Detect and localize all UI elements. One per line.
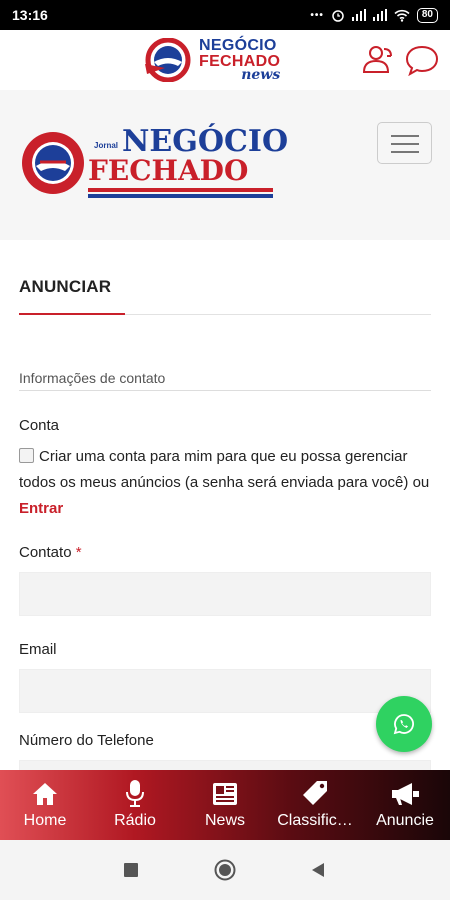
nav-anuncie[interactable]: Anuncie (360, 770, 450, 840)
megaphone-icon (392, 783, 419, 805)
back-triangle-icon[interactable] (311, 862, 325, 878)
nav-classificados-label: Classific… (277, 812, 353, 829)
nav-classificados[interactable]: Classific… (270, 770, 360, 840)
main-content: ANUNCIAR Informações de contato Conta Cr… (0, 240, 450, 770)
site-logo[interactable]: Jornal NEGÓCIO FECHADO (20, 127, 288, 198)
site-title-small: Jornal (94, 141, 119, 150)
home-icon (33, 783, 57, 805)
logo-stripe-blue (88, 194, 273, 198)
app-logo[interactable]: NEGÓCIO FECHADO news (143, 38, 280, 82)
create-account-text: Criar uma conta para mim para que eu pos… (19, 448, 430, 491)
signal-icon-2 (372, 9, 387, 21)
microphone-icon (126, 780, 144, 807)
nav-radio[interactable]: Rádio (90, 770, 180, 840)
tag-icon (303, 781, 327, 805)
bottom-navigation: Home Rádio News Classific… Anuncie (0, 770, 450, 840)
app-header: NEGÓCIO FECHADO news (0, 30, 450, 90)
required-mark: * (75, 544, 82, 561)
system-navigation-bar (0, 840, 450, 900)
nav-anuncie-label: Anuncie (376, 812, 434, 829)
status-icons: ••• 80 (310, 7, 438, 23)
hamburger-icon-bar (391, 143, 419, 145)
newspaper-icon (213, 783, 237, 805)
nav-home-label: Home (23, 812, 67, 829)
whatsapp-button[interactable] (376, 696, 432, 752)
conta-label: Conta (19, 417, 60, 434)
contato-label-text: Contato (19, 544, 72, 561)
app-logo-line3: news (241, 67, 281, 83)
battery-indicator: 80 (416, 7, 438, 23)
login-link[interactable]: Entrar (19, 500, 63, 517)
wifi-icon (394, 9, 410, 22)
nav-home[interactable]: Home (0, 770, 90, 840)
email-label: Email (19, 641, 57, 658)
nav-news[interactable]: News (180, 770, 270, 840)
menu-toggle-button[interactable] (377, 122, 432, 164)
phone-input[interactable] (19, 760, 431, 770)
status-time: 13:16 (12, 7, 48, 23)
nav-radio-label: Rádio (114, 812, 156, 829)
signal-icon (351, 9, 366, 21)
site-header: Jornal NEGÓCIO FECHADO (0, 90, 450, 240)
page-title: ANUNCIAR (19, 277, 112, 296)
status-bar: 13:16 ••• 80 (0, 0, 450, 30)
phone-label: Número do Telefone (19, 732, 154, 749)
email-input[interactable] (19, 669, 431, 713)
title-divider (19, 313, 431, 315)
contato-input[interactable] (19, 572, 431, 616)
user-add-icon[interactable] (361, 44, 395, 74)
section-heading: Informações de contato (19, 370, 166, 386)
nav-news-label: News (204, 812, 245, 829)
logo-stripe-red (88, 188, 273, 192)
jornal-seal-icon (22, 131, 84, 194)
create-account-option: Criar uma conta para mim para que eu pos… (19, 444, 431, 522)
whatsapp-icon (393, 714, 414, 735)
handshake-logo-icon (145, 38, 191, 82)
app-logo-line1: NEGÓCIO (199, 37, 277, 54)
hamburger-icon-bar (391, 151, 419, 153)
site-title-line2: FECHADO (88, 154, 249, 187)
create-account-checkbox[interactable] (19, 448, 34, 463)
more-dots-icon: ••• (310, 9, 324, 21)
contato-label: Contato * (19, 544, 431, 561)
home-circle-icon[interactable] (214, 859, 236, 881)
section-divider (19, 390, 431, 391)
recents-square-icon[interactable] (124, 863, 138, 877)
chat-bubble-icon[interactable] (404, 44, 440, 76)
alarm-icon (332, 10, 344, 22)
hamburger-icon (391, 135, 419, 137)
